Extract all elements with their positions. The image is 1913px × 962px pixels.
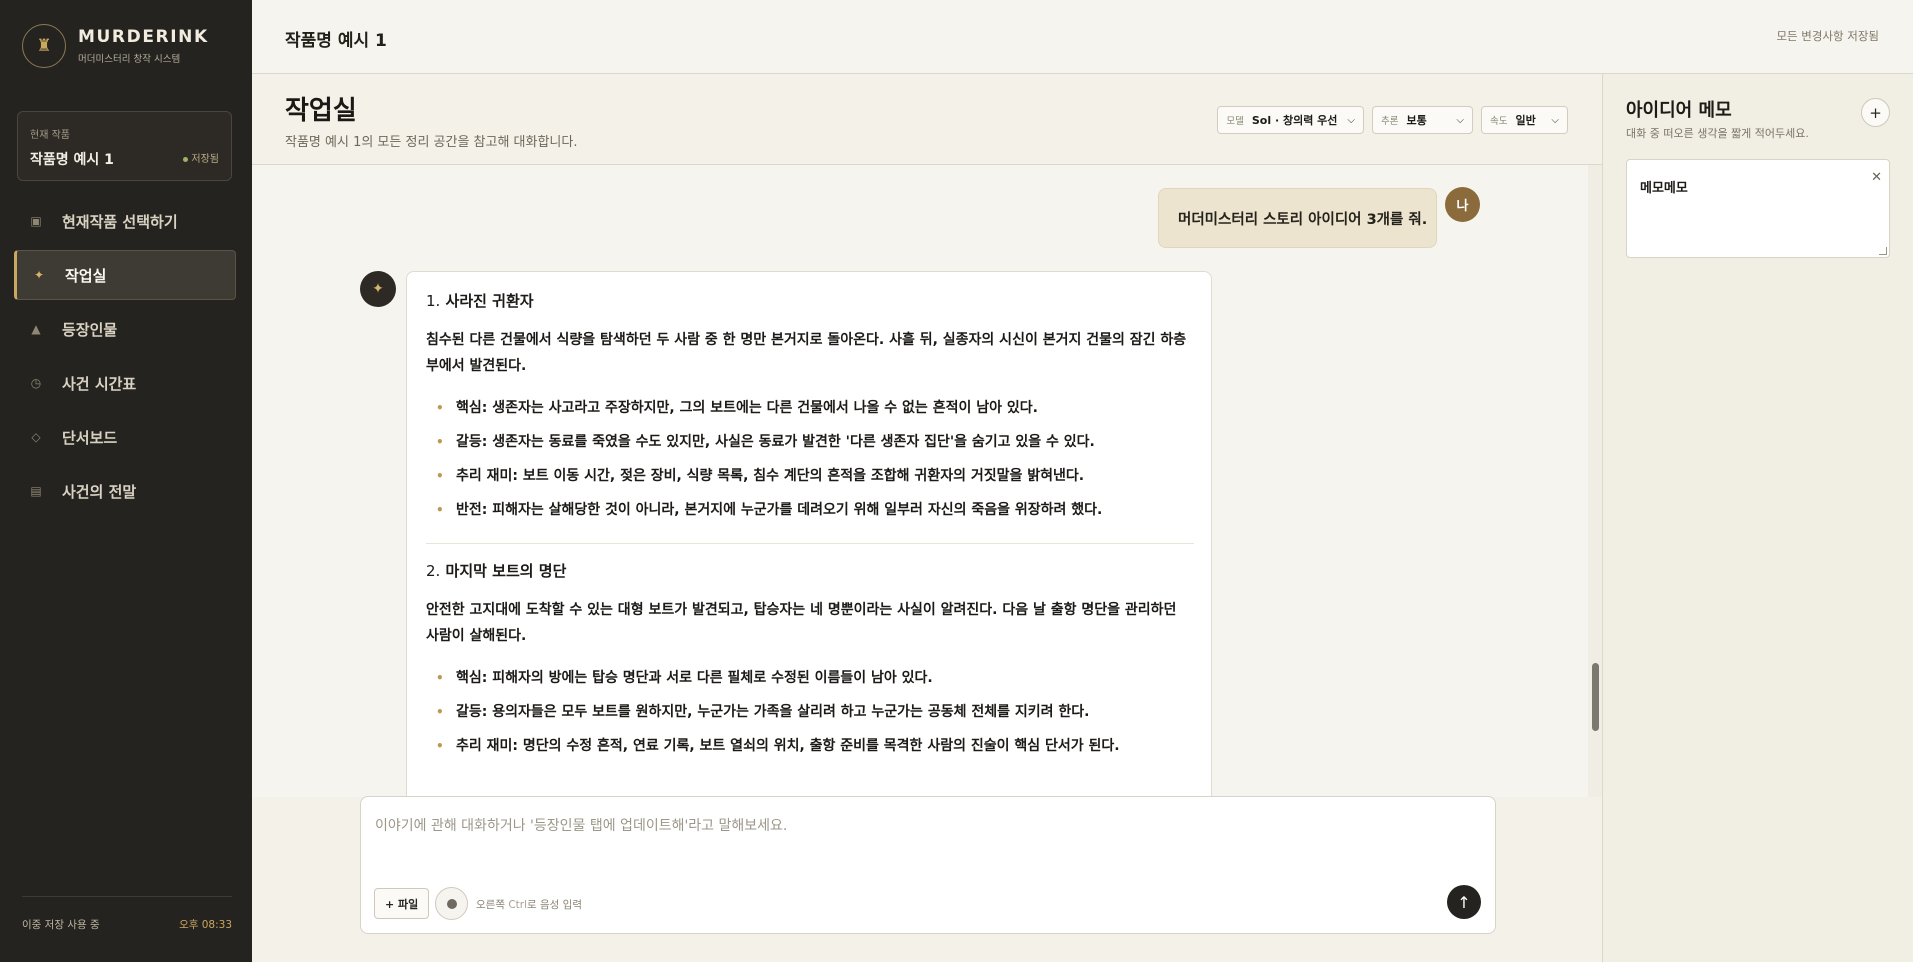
speed-select[interactable]: 속도 일반 ⌵: [1481, 106, 1568, 134]
idea-summary: 안전한 고지대에 도착할 수 있는 대형 보트가 발견되고, 탑승자는 네 명뿐…: [426, 602, 1177, 644]
sidebar-item-full-story[interactable]: ▤ 사건의 전말: [14, 466, 236, 516]
sidebar-nav: ▣ 현재작품 선택하기 ✦ 작업실 ▲ 등장인물 ◷ 사건 시간표 ◇ 단서보드…: [14, 196, 236, 520]
idea-title: 2. 마지막 보트의 명단: [426, 562, 567, 580]
idea-summary: 침수된 다른 건물에서 식량을 탐색하던 두 사람 중 한 명만 본거지로 돌아…: [426, 332, 1187, 374]
resize-handle[interactable]: [1879, 247, 1887, 255]
list-item: 반전: 피해자는 살해당한 것이 아니라, 본거지에 누군가를 데려오기 위해 …: [426, 493, 1194, 527]
sidebar-item-label: 사건의 전말: [62, 482, 137, 501]
plus-icon: +: [1869, 103, 1882, 122]
list-item: 핵심: 피해자의 방에는 탑승 명단과 서로 다른 필체로 수정된 이름들이 남…: [426, 661, 1194, 695]
select-label: 속도: [1490, 116, 1508, 127]
voice-input-button[interactable]: [435, 887, 468, 920]
ai-sparkle-icon: ✦: [360, 271, 396, 307]
list-item: 추리 재미: 보트 이동 시간, 젖은 장비, 식량 목록, 침수 계단의 흔적…: [426, 459, 1194, 493]
select-value: Sol · 창의력 우선: [1251, 114, 1338, 127]
select-label: 모델: [1226, 116, 1244, 127]
document-icon: ▤: [30, 484, 42, 498]
sidebar-item-label: 등장인물: [62, 320, 118, 339]
sidebar-item-label: 사건 시간표: [62, 374, 137, 393]
workspace-header: 작업실 작품명 예시 1의 모든 정리 공간을 참고해 대화합니다. 모델 So…: [252, 74, 1602, 165]
sidebar-item-label: 현재작품 선택하기: [62, 212, 178, 231]
brand-subtitle: 머더미스터리 창작 시스템: [78, 54, 181, 65]
list-item: 갈등: 생존자는 동료를 죽였을 수도 있지만, 사실은 동료가 발견한 '다른…: [426, 425, 1194, 459]
sidebar-footer: 이중 저장 사용 중 오후 08:33: [22, 896, 232, 932]
attach-file-button[interactable]: + 파일: [374, 888, 430, 919]
sidebar-item-label: 단서보드: [62, 428, 118, 447]
idea-memo-panel: 아이디어 메모 대화 중 떠오른 생각을 짧게 적어두세요. + 메모메모 ✕: [1602, 74, 1913, 962]
clock-icon: ◷: [30, 376, 42, 390]
scrollbar-thumb[interactable]: [1592, 663, 1599, 731]
save-status-badge: 저장됨: [183, 150, 219, 165]
work-title: 작품명 예시 1: [285, 31, 387, 51]
reasoning-select[interactable]: 추론 보통 ⌵: [1372, 106, 1473, 134]
save-status: 모든 변경사항 저장됨: [1776, 29, 1879, 43]
sidebar-item-timeline[interactable]: ◷ 사건 시간표: [14, 358, 236, 408]
page-description: 작품명 예시 1의 모든 정리 공간을 참고해 대화합니다.: [285, 135, 578, 150]
model-settings: 모델 Sol · 창의력 우선 ⌵ 추론 보통 ⌵ 속도 일반 ⌵: [1217, 106, 1568, 134]
scrollbar[interactable]: [1588, 165, 1602, 797]
clock-time: 오후 08:33: [179, 919, 232, 931]
select-value: 일반: [1515, 114, 1536, 127]
page-title: 작업실: [285, 96, 357, 126]
current-work-label: 현재 작품: [30, 130, 70, 141]
sparkle-icon: ✦: [33, 268, 45, 282]
record-icon: [446, 898, 457, 909]
brand-name: MURDERINK: [78, 27, 209, 47]
storage-status: 이중 저장 사용 중: [22, 919, 100, 931]
memo-note[interactable]: 메모메모 ✕: [1626, 159, 1890, 258]
send-button[interactable]: ↑: [1447, 885, 1481, 919]
idea-points: 핵심: 생존자는 사고라고 주장하지만, 그의 보트에는 다른 건물에서 나올 …: [426, 391, 1194, 527]
sidebar: ♜ MURDERINK 머더미스터리 창작 시스템 현재 작품 작품명 예시 1…: [0, 0, 252, 962]
assistant-message: 1. 사라진 귀환자 침수된 다른 건물에서 식량을 탐색하던 두 사람 중 한…: [406, 271, 1212, 797]
brand: ♜ MURDERINK 머더미스터리 창작 시스템: [22, 24, 209, 68]
select-value: 보통: [1406, 114, 1427, 127]
close-icon[interactable]: ✕: [1871, 170, 1882, 185]
chevron-down-icon: ⌵: [1347, 114, 1355, 126]
chevron-down-icon: ⌵: [1551, 114, 1559, 126]
square-icon: ▣: [30, 214, 42, 228]
current-work-title: 작품명 예시 1: [30, 152, 114, 168]
model-select[interactable]: 모델 Sol · 창의력 우선 ⌵: [1217, 106, 1364, 134]
message-input[interactable]: 이야기에 관해 대화하거나 '등장인물 탭에 업데이트해'라고 말해보세요.: [375, 815, 787, 835]
current-work-card[interactable]: 현재 작품 작품명 예시 1 저장됨: [17, 111, 232, 181]
list-item: 갈등: 용의자들은 모두 보트를 원하지만, 누군가는 가족을 살리려 하고 누…: [426, 695, 1194, 729]
person-icon: ▲: [31, 322, 41, 336]
sidebar-item-characters[interactable]: ▲ 등장인물: [14, 304, 236, 354]
sidebar-item-select-work[interactable]: ▣ 현재작품 선택하기: [14, 196, 236, 246]
memo-title: 아이디어 메모: [1626, 100, 1732, 121]
sidebar-item-label: 작업실: [65, 266, 107, 285]
voice-hint: 오른쪽 Ctrl로 음성 입력: [476, 899, 582, 911]
arrow-up-icon: ↑: [1457, 892, 1471, 912]
select-label: 추론: [1381, 116, 1399, 127]
list-item: 추리 재미: 명단의 수정 흔적, 연료 기록, 보트 열쇠의 위치, 출항 준…: [426, 729, 1194, 763]
add-memo-button[interactable]: +: [1861, 98, 1890, 127]
memo-note-text[interactable]: 메모메모: [1640, 177, 1688, 196]
sidebar-item-clueboard[interactable]: ◇ 단서보드: [14, 412, 236, 462]
topbar: 작품명 예시 1 모든 변경사항 저장됨: [252, 0, 1913, 74]
message-composer[interactable]: 이야기에 관해 대화하거나 '등장인물 탭에 업데이트해'라고 말해보세요. +…: [360, 796, 1496, 934]
chat-area[interactable]: 머더미스터리 스토리 아이디어 3개를 줘. 나 ✦ 1. 사라진 귀환자 침수…: [252, 165, 1602, 797]
status-dot-icon: [183, 156, 189, 162]
memo-description: 대화 중 떠오른 생각을 짧게 적어두세요.: [1626, 127, 1809, 140]
sidebar-item-workspace[interactable]: ✦ 작업실: [14, 250, 236, 300]
idea-points: 핵심: 피해자의 방에는 탑승 명단과 서로 다른 필체로 수정된 이름들이 남…: [426, 661, 1194, 763]
user-message: 머더미스터리 스토리 아이디어 3개를 줘.: [1158, 188, 1437, 248]
idea-title: 1. 사라진 귀환자: [426, 292, 534, 310]
list-item: 핵심: 생존자는 사고라고 주장하지만, 그의 보트에는 다른 건물에서 나올 …: [426, 391, 1194, 425]
chevron-down-icon: ⌵: [1456, 114, 1464, 126]
diamond-icon: ◇: [31, 430, 41, 444]
rook-icon: ♜: [22, 24, 66, 68]
avatar: 나: [1445, 187, 1480, 222]
divider: [426, 543, 1194, 544]
